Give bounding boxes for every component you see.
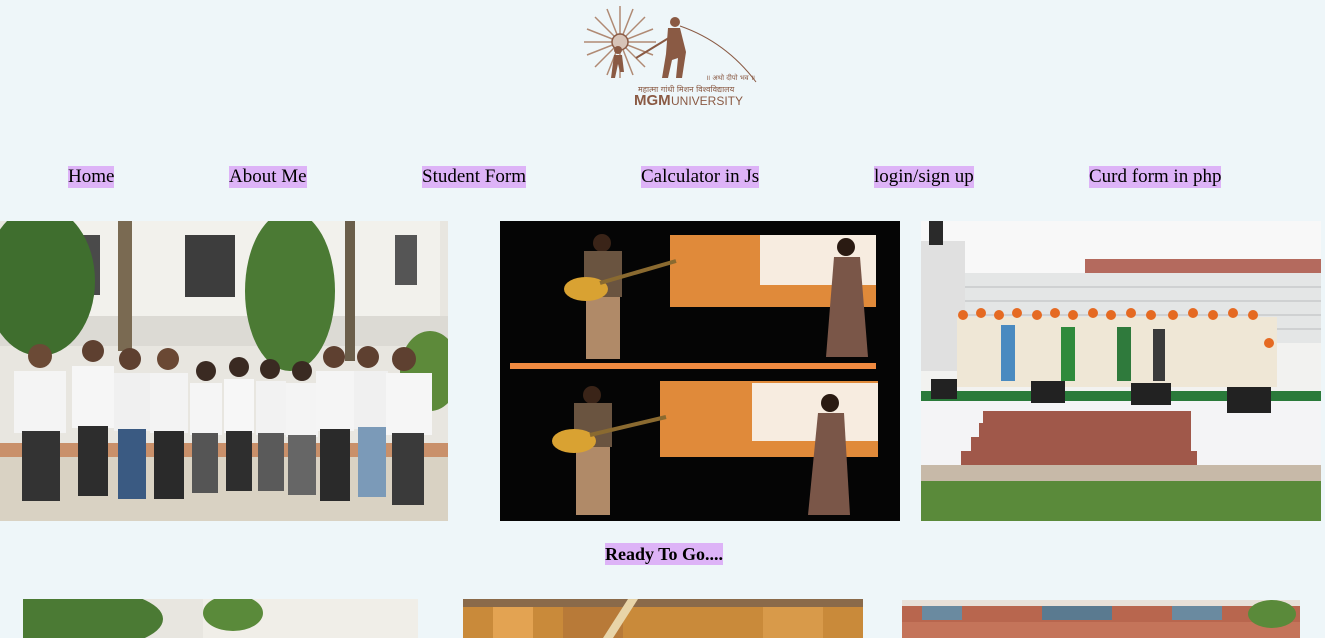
logo-tagline: ॥ अथो दीपो भव ॥ [706,73,755,82]
logo-brand: MGM [634,92,671,109]
mgm-university-logo: ॥ अथो दीपो भव ॥ महात्मा गांधी मिशन विश्व… [576,2,760,110]
nav-about-me[interactable]: About Me [229,166,307,188]
gallery-photo-students [0,221,448,521]
gallery-photo-campus-3 [902,600,1300,638]
nav-home[interactable]: Home [68,166,115,188]
logo-university: UNIVERSITY [671,94,743,108]
gallery-photo-campus-1 [23,599,418,638]
gallery-photo-performance [500,221,900,521]
nav-curd-form-php[interactable]: Curd form in php [1089,166,1222,188]
gallery-photo-campus-2 [463,599,863,638]
nav-calculator-js[interactable]: Calculator in Js [641,166,760,188]
nav-student-form[interactable]: Student Form [422,166,526,188]
nav-login-signup[interactable]: login/sign up [874,166,974,188]
gallery-heading: Ready To Go.... [605,543,724,565]
gallery-photo-cultural-group [921,221,1321,521]
